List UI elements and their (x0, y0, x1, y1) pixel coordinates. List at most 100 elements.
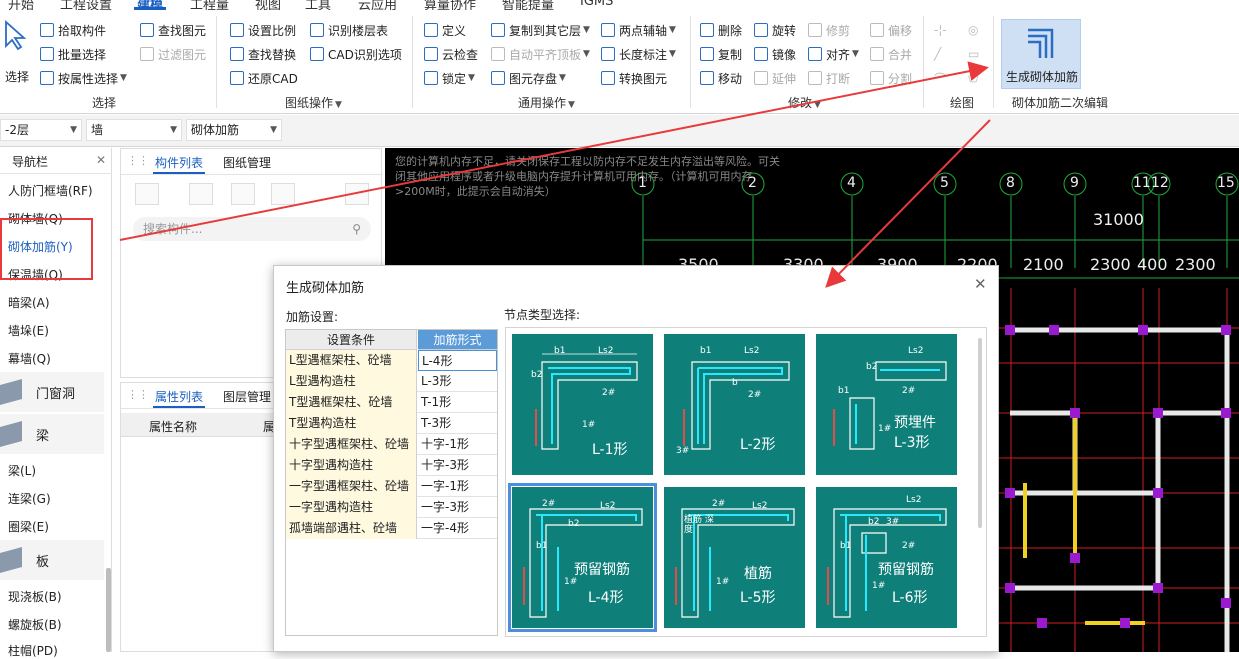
extend-button[interactable]: 延伸 (754, 68, 796, 88)
node-l5[interactable]: 2# Ls2 植筋 深度 1# 植筋 L-5形 (664, 487, 805, 628)
menu-tools[interactable]: 工具 (305, 0, 331, 10)
find-replace-button[interactable]: 查找替换 (230, 44, 296, 64)
draw-arc-button[interactable]: ⌒ (934, 68, 946, 88)
close-icon[interactable]: ✕ (974, 275, 987, 293)
lock-button[interactable]: 锁定 ▼ (424, 68, 475, 88)
menu-start[interactable]: 开始 (8, 0, 34, 10)
generate-masonry-rebar-button[interactable]: 生成砌体加筋 (1001, 19, 1081, 89)
copy-layer-button[interactable] (271, 183, 295, 205)
break-button[interactable]: 打断 (808, 68, 850, 88)
grip-icon[interactable]: ⋮⋮ (127, 154, 149, 167)
tab-drawing-manage[interactable]: 图纸管理 (223, 154, 271, 171)
select-by-attr-button[interactable]: 按属性选择 ▼ (40, 68, 127, 88)
replace-icon (230, 47, 244, 61)
trim-button[interactable]: 修剪 (808, 20, 850, 40)
rotate-button[interactable]: 旋转 (754, 20, 796, 40)
nav-item-column-cap[interactable]: 柱帽(PD) (8, 642, 58, 659)
cad-options-button[interactable]: CAD识别选项 (310, 44, 402, 64)
nav-item-cast-slab[interactable]: 现浇板(B) (8, 588, 62, 605)
merge-button[interactable]: 合并 (870, 44, 912, 64)
batch-select-button[interactable]: 批量选择 (40, 44, 106, 64)
menu-view[interactable]: 视图 (255, 0, 281, 10)
node-l4[interactable]: 2# Ls2 b2 b1 1# 预留钢筋 L-4形 (508, 483, 657, 632)
copy-component-button[interactable] (189, 183, 213, 205)
nav-item-wall-pier[interactable]: 墙垛(E) (8, 322, 49, 339)
move-button[interactable]: 移动 (700, 68, 742, 88)
convert-element-button[interactable]: 转换图元 (601, 68, 667, 88)
nav-group-door-window[interactable]: 门窗洞 (0, 372, 104, 412)
nav-item-civil-defense-wall[interactable]: 人防门框墙(RF) (8, 182, 93, 199)
close-icon[interactable]: ✕ (96, 153, 106, 167)
menu-project-settings[interactable]: 工程设置 (60, 0, 112, 10)
split-button[interactable]: 分割 (870, 68, 912, 88)
identify-floor-table-button[interactable]: 识别楼层表 (310, 20, 388, 40)
table-row[interactable]: 孤墙端部遇柱、砼墙 一字-4形 (286, 518, 497, 539)
gallery-scrollbar[interactable] (978, 338, 982, 528)
nav-scrollbar[interactable] (106, 568, 111, 652)
draw-circle-button[interactable]: ◎ (968, 20, 978, 40)
table-row[interactable]: T型遇构造柱 T-3形 (286, 413, 497, 434)
node-l1[interactable]: b1 Ls2 b2 2# 1# L-1形 (512, 334, 653, 475)
component-search-input[interactable]: 搜索构件... ⚲ (133, 217, 371, 241)
rebar-icon (1028, 28, 1054, 58)
delete-button[interactable]: 删除 (700, 20, 742, 40)
pick-component-button[interactable]: 拾取构件 (40, 20, 106, 40)
table-row[interactable]: 一字型遇框架柱、砼墙 一字-1形 (286, 476, 497, 497)
nav-item-hidden-beam[interactable]: 暗梁(A) (8, 294, 50, 311)
draw-point-button[interactable]: -¦- (934, 20, 947, 40)
copy-to-floor-button[interactable]: 复制到其它层 ▼ (491, 20, 590, 40)
node-l3[interactable]: Ls2 b2 b1 2# 1# 预埋件 L-3形 (816, 334, 957, 475)
nav-item-ring-beam[interactable]: 圈梁(E) (8, 518, 49, 535)
nav-item-beam[interactable]: 梁(L) (8, 462, 36, 479)
floor-select[interactable]: -2层 ▼ (0, 119, 82, 141)
auto-align-top-button[interactable]: 自动平齐顶板 ▼ (491, 44, 590, 64)
table-row[interactable]: 一字型遇构造柱 一字-3形 (286, 497, 497, 518)
define-button[interactable]: 定义 (424, 20, 466, 40)
component-select[interactable]: 砌体加筋 ▼ (186, 119, 282, 141)
menu-cloud[interactable]: 云应用 (358, 0, 397, 10)
table-row[interactable]: T型遇框架柱、砼墙 T-1形 (286, 392, 497, 413)
nav-group-beam[interactable]: 梁 (0, 414, 104, 454)
table-row[interactable]: 十字型遇构造柱 十字-3形 (286, 455, 497, 476)
delete-component-button[interactable] (231, 183, 255, 205)
nav-item-spiral-slab[interactable]: 螺旋板(B) (8, 616, 62, 633)
more-button[interactable] (345, 183, 369, 205)
tab-layer-manage[interactable]: 图层管理 (223, 388, 271, 405)
two-point-axis-button[interactable]: 两点辅轴 ▼ (601, 20, 676, 40)
menu-collab[interactable]: 算量协作 (424, 0, 476, 10)
save-element-button[interactable]: 图元存盘 ▼ (491, 68, 566, 88)
node-l2[interactable]: b1 Ls2 b 2# 3# L-2形 (664, 334, 805, 475)
tab-attribute-list[interactable]: 属性列表 (152, 388, 206, 408)
draw-rect-button[interactable]: ▭ (968, 44, 979, 64)
align-button[interactable]: 对齐 ▼ (808, 44, 859, 64)
table-row[interactable]: L型遇框架柱、砼墙 L-4形 (286, 350, 497, 371)
select-button[interactable]: 选择 (2, 19, 29, 84)
restore-cad-button[interactable]: 还原CAD (230, 68, 298, 88)
menu-igms[interactable]: IGMS (580, 0, 613, 9)
copy-button[interactable]: 复制 (700, 44, 742, 64)
category-select[interactable]: 墙 ▼ (86, 119, 182, 141)
grip-icon[interactable]: ⋮⋮ (127, 388, 149, 401)
nav-group-slab[interactable]: 板 (0, 540, 104, 580)
nav-item-link-beam[interactable]: 连梁(G) (8, 490, 51, 507)
menu-smart[interactable]: 智能提量 (502, 0, 554, 10)
table-row[interactable]: L型遇构造柱 L-3形 (286, 371, 497, 392)
set-scale-button[interactable]: 设置比例 (230, 20, 296, 40)
new-component-button[interactable] (135, 183, 159, 205)
node-l6[interactable]: Ls2 b2 3# 2# b1 1# 预留钢筋 L-6形 (816, 487, 957, 628)
nav-item-curtain-wall[interactable]: 幕墙(Q) (8, 350, 51, 367)
find-element-button[interactable]: 查找图元 (140, 20, 206, 40)
filter-element-button[interactable]: 过滤图元 (140, 44, 206, 64)
length-dim-button[interactable]: 长度标注 ▼ (601, 44, 676, 64)
draw-line-button[interactable]: ╱ (934, 44, 941, 64)
highlight-annotation (0, 218, 93, 280)
node-caption: 植筋 (744, 566, 772, 582)
draw-poly-button[interactable]: ⬠ (968, 68, 978, 88)
table-row[interactable]: 十字型遇框架柱、砼墙 十字-1形 (286, 434, 497, 455)
cloud-check-button[interactable]: 云检查 (424, 44, 478, 64)
menu-quantity[interactable]: 工程量 (190, 0, 229, 10)
tab-component-list[interactable]: 构件列表 (152, 154, 206, 174)
mirror-button[interactable]: 镜像 (754, 44, 796, 64)
offset-button[interactable]: 偏移 (870, 20, 912, 40)
node-caption: 预埋件 (894, 415, 936, 431)
